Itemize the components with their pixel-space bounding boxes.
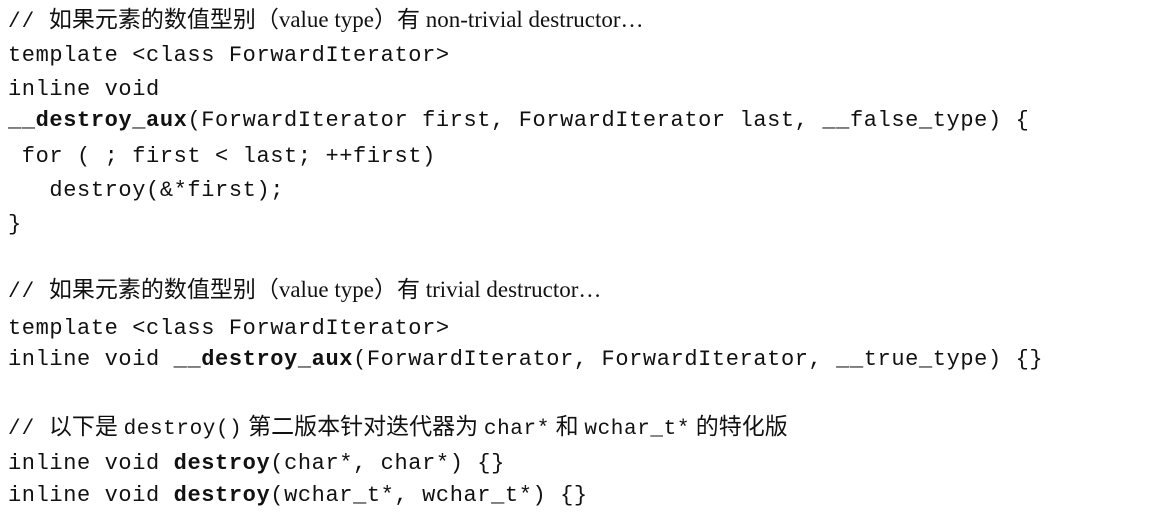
function-name: __destroy_aux xyxy=(173,347,354,372)
comment-specialization: // 以下是 destroy() 第二版本针对迭代器为 char* 和 wcha… xyxy=(8,412,788,445)
comment-trivial: // 如果元素的数值型别（value type）有 trivial destru… xyxy=(8,275,601,308)
function-params: (ForwardIterator first, ForwardIterator … xyxy=(187,108,1030,133)
comment-code-wchar: wchar_t* xyxy=(584,418,691,441)
inline-void-line: inline void xyxy=(8,77,160,102)
template-declaration-1: template <class ForwardIterator> xyxy=(8,43,450,68)
comment-text-d: 的特化版 xyxy=(690,414,788,439)
code-page: // 如果元素的数值型别（value type）有 non-trivial de… xyxy=(0,0,1164,521)
function-params: (char*, char*) {} xyxy=(270,451,505,476)
inline-void-prefix: inline void xyxy=(8,483,174,508)
destroy-aux-nontrivial-signature: __destroy_aux(ForwardIterator first, For… xyxy=(8,106,1029,136)
comment-slashes: // xyxy=(8,418,49,441)
comment-nontrivial: // 如果元素的数值型别（value type）有 non-trivial de… xyxy=(8,5,644,38)
inline-void-prefix: inline void xyxy=(8,347,174,372)
function-name: destroy xyxy=(173,483,271,508)
function-name: __destroy_aux xyxy=(8,108,188,133)
function-name: destroy xyxy=(173,451,271,476)
comment-text: 如果元素的数值型别（value type）有 non-trivial destr… xyxy=(48,7,644,32)
template-declaration-2: template <class ForwardIterator> xyxy=(8,316,450,341)
comment-text-a: 以下是 xyxy=(48,414,124,439)
inline-void-prefix: inline void xyxy=(8,451,174,476)
comment-slashes: // xyxy=(8,281,49,304)
comment-text-b: 第二版本针对迭代器为 xyxy=(242,414,484,439)
comment-text: 如果元素的数值型别（value type）有 trivial destructo… xyxy=(48,277,602,302)
destroy-call-line: destroy(&*first); xyxy=(8,178,285,203)
for-loop-line: for ( ; first < last; ++first) xyxy=(8,144,436,169)
destroy-aux-trivial-line: inline void __destroy_aux(ForwardIterato… xyxy=(8,345,1043,375)
function-params: (wchar_t*, wchar_t*) {} xyxy=(270,483,588,508)
comment-slashes: // xyxy=(8,11,49,34)
comment-text-c: 和 xyxy=(549,414,585,439)
comment-code-destroy: destroy() xyxy=(123,418,243,441)
destroy-wchar-line: inline void destroy(wchar_t*, wchar_t*) … xyxy=(8,481,588,511)
closing-brace: } xyxy=(8,212,22,237)
comment-code-char: char* xyxy=(483,418,550,441)
function-params: (ForwardIterator, ForwardIterator, __tru… xyxy=(353,347,1044,372)
destroy-char-line: inline void destroy(char*, char*) {} xyxy=(8,449,505,479)
